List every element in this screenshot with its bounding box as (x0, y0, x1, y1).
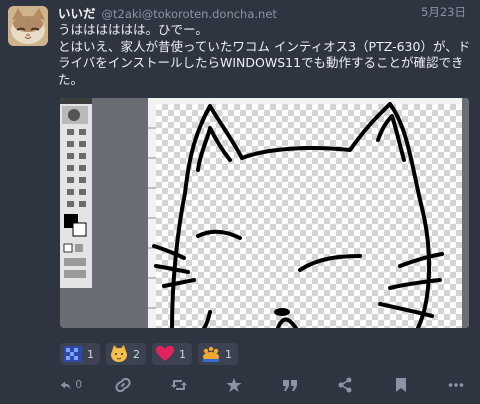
timestamp[interactable]: 5月23日 (421, 4, 466, 20)
reaction-button[interactable]: 1 (152, 343, 192, 365)
reactions-bar: 1 2 1 1 (60, 343, 238, 367)
content-line-1: うはははははは。ひでー。 (58, 22, 208, 37)
avatar[interactable] (8, 6, 48, 46)
blue-checkered-emoji (64, 346, 82, 362)
quote-icon (282, 380, 297, 391)
cat-avatar-image (8, 6, 48, 46)
status-header: いいだ @t2aki@tokoroten.doncha.net 5月23日 (58, 3, 472, 21)
favourite-icon (226, 378, 242, 392)
reply-count: 0 (75, 379, 82, 391)
status-content: うはははははは。ひでー。 とはいえ、家人が昔使っていたワコム インティオス3（P… (58, 22, 472, 88)
media-attachment[interactable] (60, 98, 469, 328)
more-icon (448, 383, 464, 387)
tools-palette (60, 98, 92, 288)
account-handle[interactable]: @t2aki@tokoroten.doncha.net (102, 7, 277, 21)
reaction-count: 1 (179, 347, 186, 361)
reaction-count: 1 (87, 347, 94, 361)
boost-button[interactable] (170, 377, 193, 393)
boost-icon (170, 380, 187, 390)
more-button[interactable] (448, 377, 470, 393)
content-line-2: とはいえ、家人が昔使っていたワコム インティオス3（PTZ-630）が、ドライバ… (58, 38, 471, 87)
reaction-button[interactable]: 1 (60, 343, 100, 365)
cat-paw-emoji (203, 346, 219, 362)
quote-button[interactable] (282, 377, 304, 393)
reaction-button[interactable]: 1 (198, 343, 238, 365)
favourite-button[interactable] (226, 377, 248, 393)
red-heart-emoji (156, 346, 174, 361)
reaction-button[interactable]: 2 (106, 343, 146, 365)
reply-button[interactable]: 0 (60, 377, 82, 393)
reaction-count: 2 (133, 347, 140, 361)
reaction-count: 1 (225, 347, 232, 361)
share-button[interactable] (337, 377, 359, 393)
bookmark-button[interactable] (393, 377, 415, 393)
bookmark-icon (395, 378, 406, 392)
link-icon (115, 377, 132, 393)
share-icon (338, 377, 352, 393)
cat-face-emoji (111, 345, 127, 362)
copy-link-button[interactable] (115, 377, 137, 393)
tablet-drawing-screenshot (60, 98, 469, 328)
reply-icon (60, 381, 71, 390)
display-name[interactable]: いいだ (58, 6, 96, 21)
status-action-bar: 0 (60, 373, 470, 397)
